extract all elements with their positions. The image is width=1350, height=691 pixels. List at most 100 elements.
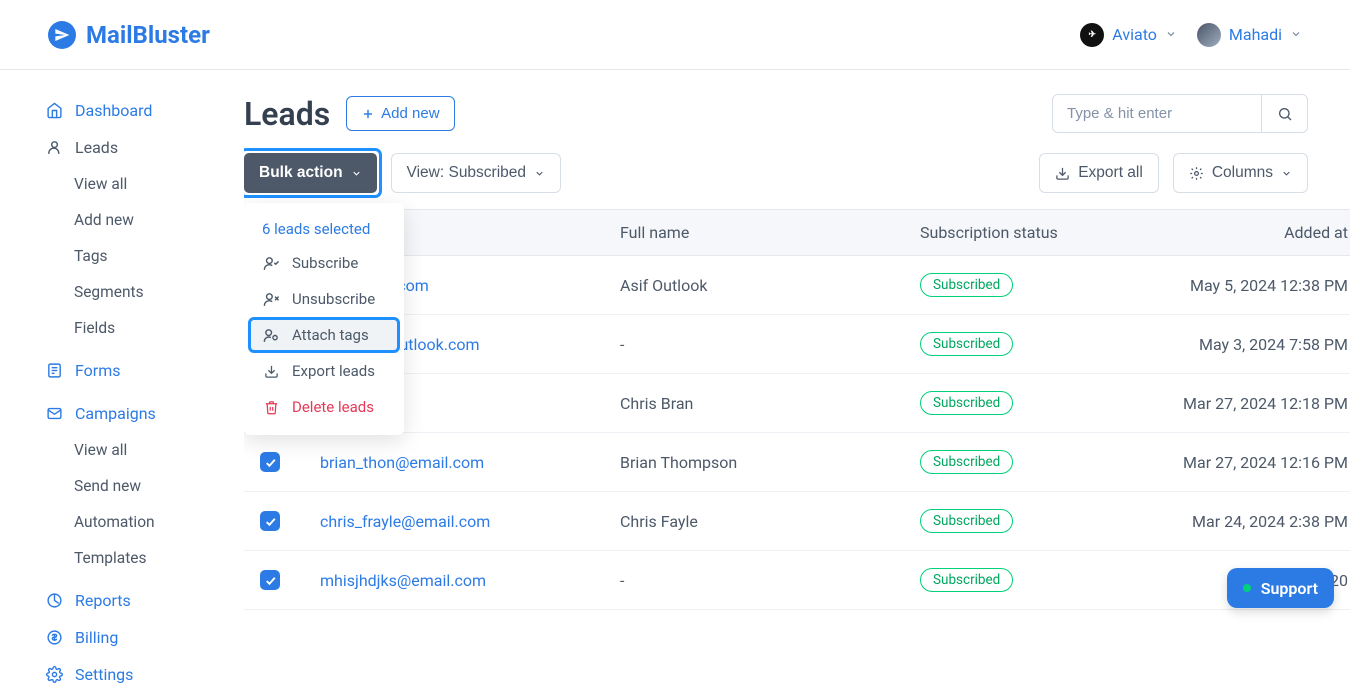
bulk-action-dropdown: 6 leads selected Subscribe Unsubscribe A… xyxy=(244,203,404,435)
sidebar-label: Dashboard xyxy=(75,101,152,120)
sidebar-item-reports[interactable]: Reports xyxy=(46,584,224,617)
mail-icon xyxy=(46,405,63,422)
col-header-fullname[interactable]: Full name xyxy=(620,223,920,242)
sidebar-item-campaigns-templates[interactable]: Templates xyxy=(46,542,224,574)
sidebar-label: Templates xyxy=(74,549,147,567)
sidebar-label: Campaigns xyxy=(75,404,156,423)
dropdown-label: Export leads xyxy=(292,362,375,380)
sidebar-item-campaigns-automation[interactable]: Automation xyxy=(46,506,224,538)
sidebar-item-dashboard[interactable]: Dashboard xyxy=(46,94,224,127)
columns-label: Columns xyxy=(1212,164,1273,182)
dropdown-label: Unsubscribe xyxy=(292,290,375,308)
dropdown-item-subscribe[interactable]: Subscribe xyxy=(244,245,404,281)
sidebar-item-settings[interactable]: Settings xyxy=(46,658,224,691)
sidebar-label: Settings xyxy=(75,665,133,684)
col-header-added[interactable]: Added at xyxy=(1156,223,1350,242)
lead-added-at: Mar 27, 2024 12:18 PM xyxy=(1156,394,1350,413)
export-all-label: Export all xyxy=(1078,164,1143,182)
chevron-down-icon xyxy=(351,168,362,179)
user-name: Mahadi xyxy=(1229,25,1282,44)
sidebar-label: Fields xyxy=(74,319,115,337)
chevron-down-icon xyxy=(1290,25,1302,44)
lead-fullname: Chris Fayle xyxy=(620,512,920,531)
lead-added-at: May 5, 2024 12:38 PM xyxy=(1156,276,1350,295)
user-menu[interactable]: Mahadi xyxy=(1197,23,1302,47)
sidebar-item-leads-fields[interactable]: Fields xyxy=(46,312,224,344)
status-badge: Subscribed xyxy=(920,509,1013,533)
user-tag-icon xyxy=(262,327,280,344)
add-new-button[interactable]: Add new xyxy=(346,96,454,131)
dropdown-item-attach-tags[interactable]: Attach tags xyxy=(244,317,404,353)
dropdown-label: Attach tags xyxy=(292,326,369,344)
col-header-status[interactable]: Subscription status xyxy=(920,223,1156,242)
check-icon xyxy=(264,456,277,469)
support-label: Support xyxy=(1261,579,1318,598)
dropdown-selected-count: 6 leads selected xyxy=(244,213,404,245)
org-name: Aviato xyxy=(1112,25,1157,44)
search-input[interactable] xyxy=(1052,94,1262,133)
lead-fullname: - xyxy=(620,571,920,590)
user-avatar-icon xyxy=(1197,23,1221,47)
export-all-button[interactable]: Export all xyxy=(1039,153,1159,193)
sidebar-item-billing[interactable]: Billing xyxy=(46,621,224,654)
dropdown-item-unsubscribe[interactable]: Unsubscribe xyxy=(244,281,404,317)
lead-fullname: Asif Outlook xyxy=(620,276,920,295)
lead-fullname: - xyxy=(620,335,920,354)
sidebar-item-leads-segments[interactable]: Segments xyxy=(46,276,224,308)
lead-fullname: Brian Thompson xyxy=(620,453,920,472)
sidebar-item-campaigns[interactable]: Campaigns xyxy=(46,397,224,430)
sidebar-item-leads[interactable]: Leads xyxy=(46,131,224,164)
gear-icon xyxy=(1189,166,1204,181)
org-switcher[interactable]: ✈ Aviato xyxy=(1080,23,1177,47)
dropdown-item-delete-leads[interactable]: Delete leads xyxy=(244,389,404,425)
status-dot-icon xyxy=(1243,584,1251,592)
sidebar-label: Automation xyxy=(74,513,155,531)
chevron-down-icon xyxy=(1165,25,1177,44)
status-badge: Subscribed xyxy=(920,450,1013,474)
sidebar-label: Add new xyxy=(74,211,134,229)
bulk-action-label: Bulk action xyxy=(259,164,343,182)
lead-email-link[interactable]: mhisjhdjks@email.com xyxy=(320,571,486,590)
sidebar-item-leads-viewall[interactable]: View all xyxy=(46,168,224,200)
lead-email-link[interactable]: chris_frayle@email.com xyxy=(320,512,490,531)
row-checkbox[interactable] xyxy=(260,570,280,590)
table-row: t@outlook.com Asif Outlook Subscribed Ma… xyxy=(244,256,1350,315)
lead-added-at: May 3, 2024 7:58 PM xyxy=(1156,335,1350,354)
row-checkbox[interactable] xyxy=(260,511,280,531)
download-icon xyxy=(262,364,280,379)
sidebar-item-campaigns-viewall[interactable]: View all xyxy=(46,434,224,466)
dollar-icon xyxy=(46,629,63,646)
sidebar-item-forms[interactable]: Forms xyxy=(46,354,224,387)
lead-email-link[interactable]: brian_thon@email.com xyxy=(320,453,484,472)
top-header: MailBluster ✈ Aviato Mahadi xyxy=(0,0,1350,70)
lead-added-at: Mar 27, 2024 12:16 PM xyxy=(1156,453,1350,472)
brand-logo[interactable]: MailBluster xyxy=(48,21,210,49)
sidebar-label: Tags xyxy=(74,247,108,265)
dropdown-label: Subscribe xyxy=(292,254,358,272)
org-avatar-icon: ✈ xyxy=(1080,23,1104,47)
user-check-icon xyxy=(262,255,280,272)
sidebar-item-leads-tags[interactable]: Tags xyxy=(46,240,224,272)
table-row: chris_frayle@email.com Chris Fayle Subsc… xyxy=(244,492,1350,551)
row-checkbox[interactable] xyxy=(260,452,280,472)
columns-button[interactable]: Columns xyxy=(1173,153,1308,193)
sidebar-item-leads-addnew[interactable]: Add new xyxy=(46,204,224,236)
user-x-icon xyxy=(262,291,280,308)
check-icon xyxy=(264,515,277,528)
search-button[interactable] xyxy=(1262,94,1308,133)
lead-added-at: Mar 24, 2024 2:38 PM xyxy=(1156,512,1350,531)
leads-table: ess Full name Subscription status Added … xyxy=(244,209,1350,610)
search-icon xyxy=(1277,106,1293,122)
chart-icon xyxy=(46,592,63,609)
view-filter-button[interactable]: View: Subscribed xyxy=(391,153,561,193)
status-badge: Subscribed xyxy=(920,273,1013,297)
support-button[interactable]: Support xyxy=(1227,568,1334,608)
lead-fullname: Chris Bran xyxy=(620,394,920,413)
status-badge: Subscribed xyxy=(920,332,1013,356)
bulk-action-button[interactable]: Bulk action xyxy=(244,153,377,193)
dropdown-item-export-leads[interactable]: Export leads xyxy=(244,353,404,389)
trash-icon xyxy=(262,400,280,415)
table-header-row: ess Full name Subscription status Added … xyxy=(244,209,1350,256)
paper-plane-icon xyxy=(48,21,76,49)
sidebar-item-campaigns-sendnew[interactable]: Send new xyxy=(46,470,224,502)
